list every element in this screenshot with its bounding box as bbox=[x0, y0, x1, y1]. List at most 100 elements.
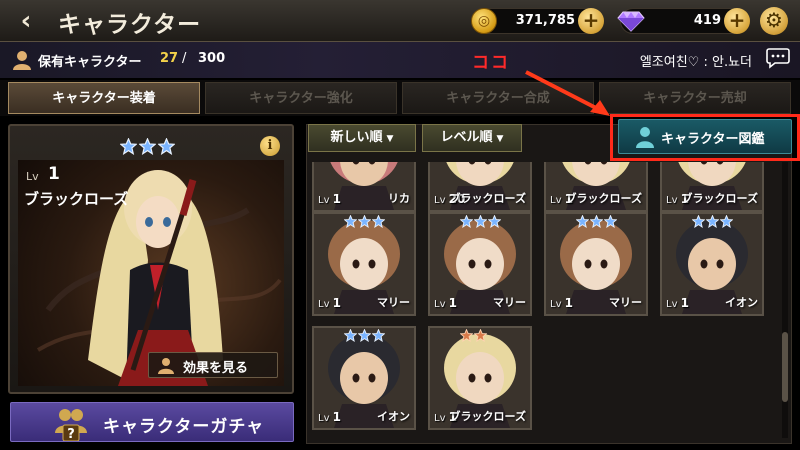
settings-gear-icon[interactable]: ⚙ bbox=[760, 7, 788, 35]
star-icon bbox=[139, 138, 156, 155]
card-character-name: マリー bbox=[377, 296, 410, 309]
star-icon bbox=[372, 215, 385, 228]
sort-level-label: レベル順 bbox=[440, 130, 493, 145]
encyclopedia-label: キャラクター図鑑 bbox=[661, 132, 765, 147]
card-character-name: ブラックローズ bbox=[565, 192, 642, 205]
star-icon bbox=[120, 138, 137, 155]
character-card[interactable]: Lv 1 マリー bbox=[312, 212, 416, 316]
add-gold-button[interactable]: + bbox=[578, 8, 604, 34]
info-icon[interactable]: i bbox=[260, 136, 280, 156]
star-icon bbox=[474, 329, 487, 342]
tab-sell[interactable]: キャラクター売却 bbox=[599, 82, 791, 114]
player-name: 엘조여친♡ : 안.뇨더 bbox=[639, 55, 752, 70]
card-level-value: 1 bbox=[680, 296, 690, 310]
card-level: Lv 1 bbox=[666, 296, 690, 310]
tab-bar: キャラクター装着 キャラクター強化 キャラクター合成 キャラクター売却 bbox=[0, 80, 800, 116]
star-icon bbox=[358, 215, 371, 228]
card-character-name: マリー bbox=[609, 296, 642, 309]
card-level: Lv 1 bbox=[550, 296, 574, 310]
star-icon bbox=[590, 215, 603, 228]
scrollbar-thumb[interactable] bbox=[782, 332, 788, 402]
card-character-name: イオン bbox=[725, 296, 758, 309]
caret-down-icon: ▼ bbox=[386, 134, 394, 144]
card-star-rating bbox=[460, 215, 501, 228]
card-character-name: ブラックローズ bbox=[449, 192, 526, 205]
gacha-label: キャラクターガチャ bbox=[103, 417, 265, 437]
gold-display: ◎ 371,785 + bbox=[471, 8, 604, 34]
card-level-value: 1 bbox=[332, 410, 342, 424]
card-character-name: イオン bbox=[377, 410, 410, 423]
character-card[interactable]: Lv 1 リカ bbox=[312, 162, 416, 212]
person-icon bbox=[636, 127, 654, 148]
gacha-mystery-icon: ? bbox=[55, 409, 87, 441]
character-grid: Lv 1 リカ Lv 20 ブラックローズ Lv 1 ブラックローズ Lv 1 ブラックローズ… bbox=[308, 162, 782, 444]
card-level: Lv 1 bbox=[318, 296, 342, 310]
svg-text:?: ? bbox=[67, 427, 75, 441]
caret-down-icon: ▼ bbox=[496, 134, 504, 144]
star-icon bbox=[358, 329, 371, 342]
star-icon bbox=[576, 215, 589, 228]
star-icon bbox=[488, 215, 501, 228]
owned-capacity: 300 bbox=[198, 51, 226, 66]
character-card[interactable]: Lv 1 マリー bbox=[428, 212, 532, 316]
selected-level-label: Lv bbox=[26, 170, 39, 183]
owned-characters-label: 保有キャラクター bbox=[38, 55, 142, 70]
character-encyclopedia-button[interactable]: キャラクター図鑑 bbox=[618, 119, 792, 154]
gem-icon bbox=[617, 11, 645, 32]
character-card[interactable]: Lv 1 ブラックローズ bbox=[544, 162, 648, 212]
card-level-value: 1 bbox=[564, 296, 574, 310]
person-icon bbox=[158, 358, 174, 374]
character-card[interactable]: Lv 20 ブラックローズ bbox=[428, 162, 532, 212]
tab-equip[interactable]: キャラクター装着 bbox=[8, 82, 200, 114]
star-icon bbox=[692, 215, 705, 228]
card-star-rating bbox=[344, 215, 385, 228]
view-effect-button[interactable]: 効果を見る bbox=[148, 352, 278, 378]
star-icon bbox=[158, 138, 175, 155]
card-level-value: 1 bbox=[448, 296, 458, 310]
selected-star-rating bbox=[120, 138, 175, 155]
character-card[interactable]: Lv 1 イオン bbox=[312, 326, 416, 430]
card-level: Lv 1 bbox=[434, 296, 458, 310]
owned-separator: / bbox=[182, 51, 187, 66]
star-icon bbox=[720, 215, 733, 228]
user-icon bbox=[13, 51, 31, 70]
sort-level-dropdown[interactable]: レベル順 ▼ bbox=[422, 124, 522, 152]
card-level: Lv 1 bbox=[318, 192, 342, 206]
character-card[interactable]: Lv 1 マリー bbox=[544, 212, 648, 316]
star-icon bbox=[344, 215, 357, 228]
back-button[interactable]: ‹ bbox=[8, 6, 44, 36]
card-character-name: ブラックローズ bbox=[681, 192, 758, 205]
screen-title: キャラクター bbox=[58, 12, 202, 38]
view-effect-label: 効果を見る bbox=[183, 361, 249, 376]
card-star-rating bbox=[692, 215, 733, 228]
scrollbar[interactable] bbox=[782, 162, 788, 438]
sort-newest-dropdown[interactable]: 新しい順 ▼ bbox=[308, 124, 416, 152]
annotation-label: ココ bbox=[472, 53, 510, 73]
character-gacha-button[interactable]: ? キャラクターガチャ bbox=[10, 402, 294, 442]
character-card[interactable]: Lv 1 ブラックローズ bbox=[660, 162, 764, 212]
character-card[interactable]: Lv 1 イオン bbox=[660, 212, 764, 316]
card-level-value: 1 bbox=[332, 296, 342, 310]
star-icon bbox=[372, 329, 385, 342]
gold-coin-icon: ◎ bbox=[471, 8, 497, 34]
selected-character-name: ブラックローズ bbox=[24, 190, 129, 208]
owned-count: 27 bbox=[160, 51, 179, 66]
card-character-name: リカ bbox=[388, 192, 410, 205]
owned-info-bar: 保有キャラクター 27 / 300 엘조여친♡ : 안.뇨더 bbox=[0, 42, 800, 78]
card-star-rating bbox=[576, 215, 617, 228]
star-icon bbox=[474, 215, 487, 228]
tab-fusion[interactable]: キャラクター合成 bbox=[402, 82, 594, 114]
card-level: Lv 1 bbox=[318, 410, 342, 424]
card-character-name: マリー bbox=[493, 296, 526, 309]
chat-bubble-icon[interactable] bbox=[766, 47, 790, 69]
selected-character-panel: i Lv 1 ブラックローズ 効果を見る bbox=[8, 124, 294, 394]
add-gems-button[interactable]: + bbox=[724, 8, 750, 34]
selected-level: 1 bbox=[48, 164, 60, 184]
tab-enhance[interactable]: キャラクター強化 bbox=[205, 82, 397, 114]
gold-amount: 371,785 bbox=[515, 13, 575, 28]
character-card[interactable]: Lv 1 ブラックローズ bbox=[428, 326, 532, 430]
sort-newest-label: 新しい順 bbox=[330, 130, 383, 145]
gem-amount: 419 bbox=[693, 13, 721, 28]
card-star-rating bbox=[344, 329, 385, 342]
card-star-rating bbox=[460, 329, 487, 342]
